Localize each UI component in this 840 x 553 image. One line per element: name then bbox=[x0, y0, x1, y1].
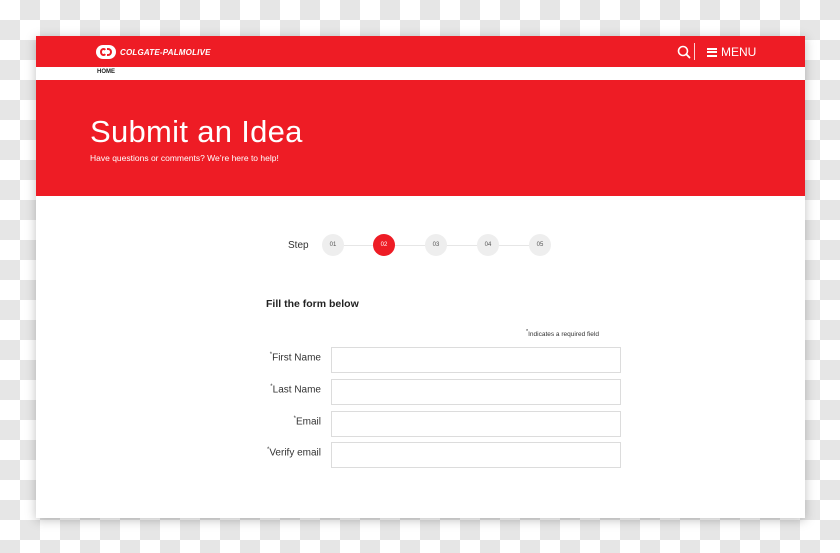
verify-email-label: *Verify email bbox=[201, 447, 321, 458]
verify-email-input[interactable] bbox=[331, 442, 621, 468]
last-name-input[interactable] bbox=[331, 379, 621, 405]
step-indicator[interactable]: 03 bbox=[425, 234, 447, 256]
menu-label: MENU bbox=[721, 45, 757, 59]
breadcrumb-home-link[interactable]: HOME bbox=[97, 69, 115, 75]
top-navigation-bar: COLGATE-PALMOLIVE MENU bbox=[36, 36, 805, 67]
first-name-label: *First Name bbox=[201, 352, 321, 363]
page-title: Submit an Idea bbox=[90, 114, 303, 149]
page-frame: COLGATE-PALMOLIVE MENU HOME Submit an Id… bbox=[36, 36, 805, 518]
verify-email-label-text: Verify email bbox=[269, 447, 321, 459]
step-indicator[interactable]: 01 bbox=[322, 234, 344, 256]
required-note-text: Indicates a required field bbox=[528, 331, 599, 339]
step-indicator-active[interactable]: 02 bbox=[373, 234, 395, 256]
header-divider bbox=[694, 43, 695, 60]
hamburger-icon bbox=[707, 47, 717, 57]
first-name-label-text: First Name bbox=[272, 352, 321, 364]
last-name-label: *Last Name bbox=[201, 384, 321, 395]
step-label: Step bbox=[288, 240, 309, 251]
step-indicator[interactable]: 05 bbox=[529, 234, 551, 256]
last-name-label-text: Last Name bbox=[272, 384, 321, 396]
hero-banner: Submit an Idea Have questions or comment… bbox=[36, 80, 805, 196]
required-field-note: *Indicates a required field bbox=[526, 329, 599, 338]
form-heading: Fill the form below bbox=[266, 298, 359, 310]
page-subtitle: Have questions or comments? We’re here t… bbox=[90, 153, 279, 163]
email-label-text: Email bbox=[295, 416, 321, 428]
email-label: *Email bbox=[201, 416, 321, 427]
search-icon bbox=[677, 45, 691, 59]
search-button[interactable] bbox=[676, 44, 692, 60]
menu-button[interactable]: MENU bbox=[707, 44, 756, 60]
brand-logo[interactable]: COLGATE-PALMOLIVE bbox=[96, 44, 211, 60]
colgate-logo-icon bbox=[96, 45, 116, 59]
step-indicator[interactable]: 04 bbox=[477, 234, 499, 256]
breadcrumb-bar: HOME bbox=[36, 67, 805, 80]
first-name-input[interactable] bbox=[331, 347, 621, 373]
email-input[interactable] bbox=[331, 411, 621, 437]
brand-logo-text: COLGATE-PALMOLIVE bbox=[120, 47, 211, 57]
